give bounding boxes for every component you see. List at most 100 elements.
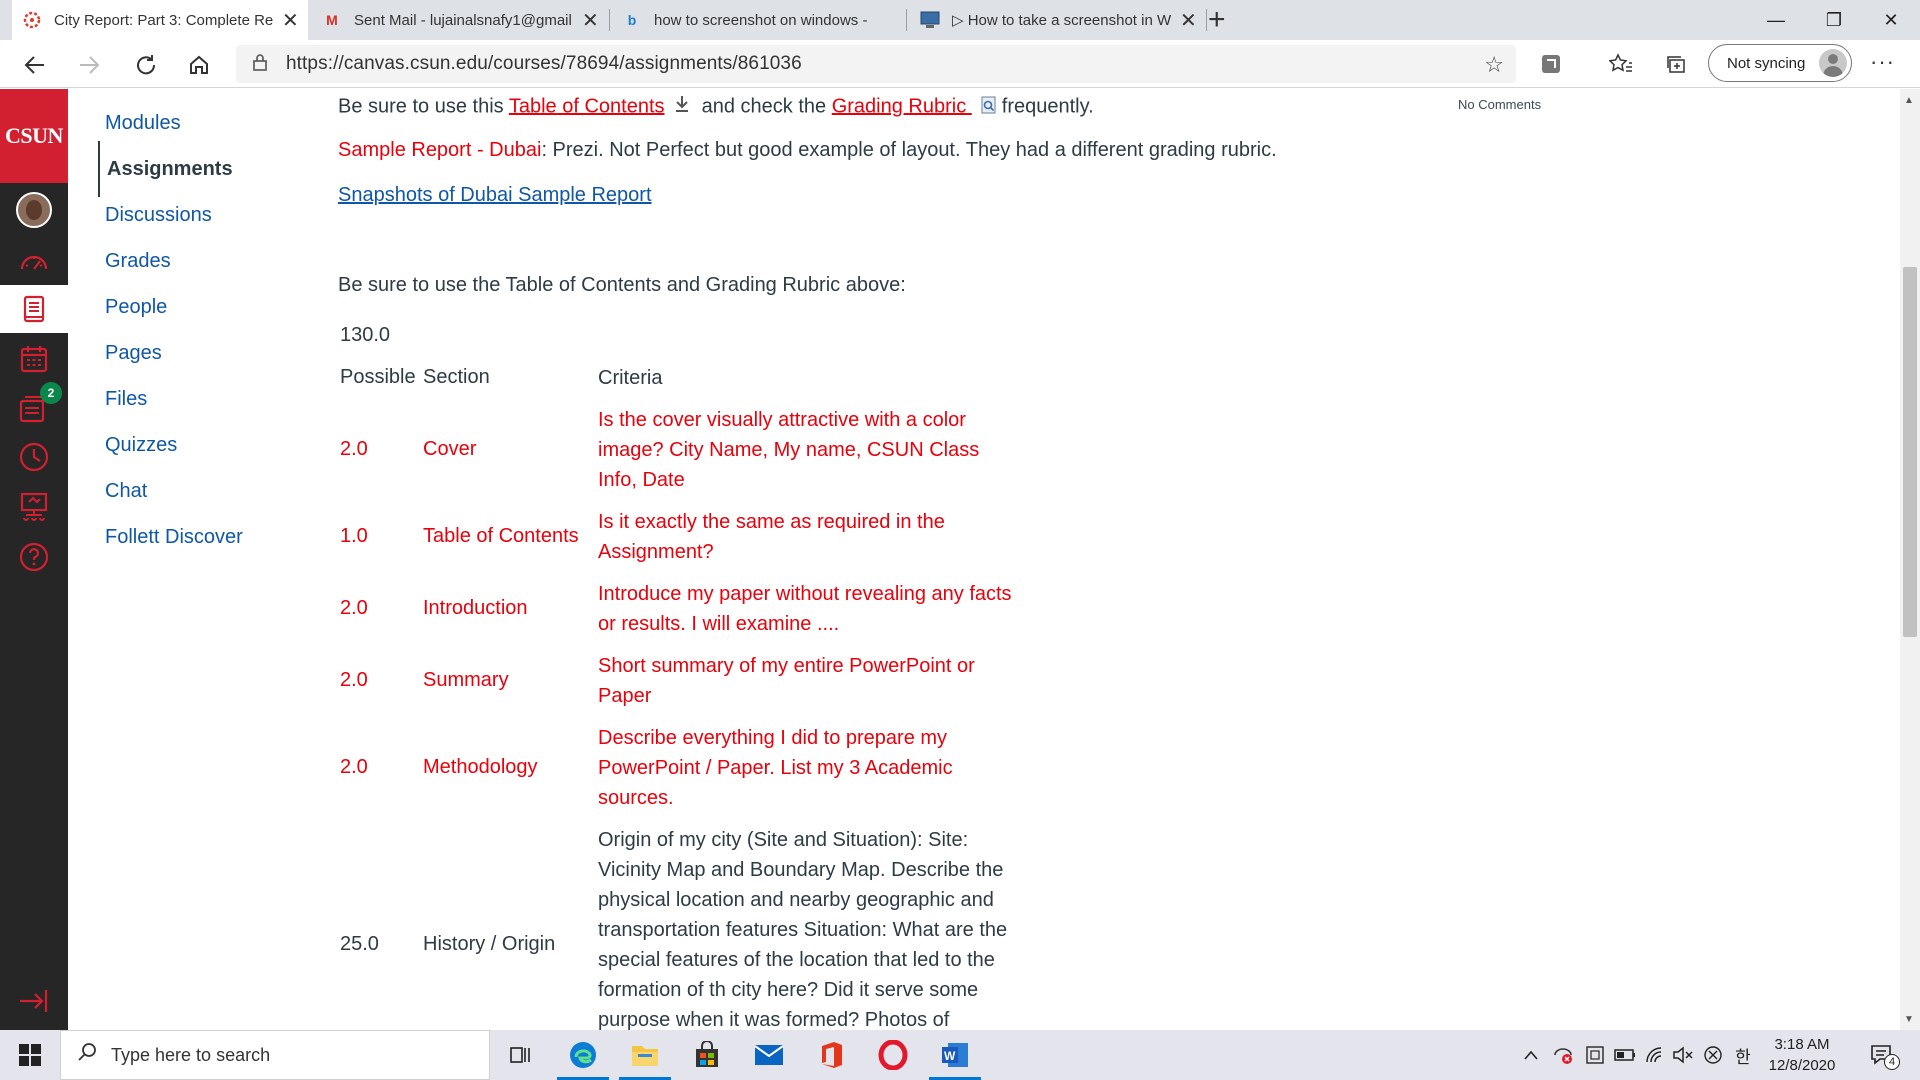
sync-status-label: Not syncing xyxy=(1727,54,1806,72)
new-tab-button[interactable]: + xyxy=(1208,3,1226,37)
collections-icon[interactable] xyxy=(1661,49,1691,79)
scrollbar-thumb[interactable] xyxy=(1903,267,1917,637)
row-section: Table of Contents xyxy=(423,525,579,547)
scroll-down-icon[interactable]: ▼ xyxy=(1904,1014,1914,1025)
grading-rubric-link[interactable]: Grading Rubric xyxy=(832,95,972,117)
download-icon[interactable] xyxy=(674,95,692,119)
gmail-icon: M xyxy=(326,12,338,28)
input-method-indicator[interactable]: 한 xyxy=(1729,1030,1757,1080)
calendar-nav[interactable] xyxy=(0,335,68,383)
commons-nav[interactable] xyxy=(0,483,68,531)
start-button[interactable] xyxy=(0,1030,60,1080)
forward-button[interactable] xyxy=(72,48,106,82)
course-nav-assignments[interactable]: Assignments xyxy=(98,141,233,197)
preview-document-icon[interactable] xyxy=(980,94,1000,120)
dashboard-nav[interactable] xyxy=(0,238,68,286)
taskbar-search-box[interactable]: Type here to search xyxy=(60,1030,490,1080)
course-nav-pages[interactable]: Pages xyxy=(98,335,162,371)
global-navigation: CSUN 2 xyxy=(0,89,68,1030)
favorites-icon[interactable] xyxy=(1606,49,1636,79)
tab-title: City Report: Part 3: Complete Re xyxy=(54,11,274,29)
lock-icon xyxy=(252,53,270,76)
task-view-icon xyxy=(510,1047,530,1063)
collapse-arrow-icon xyxy=(20,990,48,1012)
home-button[interactable] xyxy=(182,48,216,82)
table-of-contents-link[interactable]: Table of Contents xyxy=(509,95,665,117)
sample-report-label: Sample Report - Dubai xyxy=(338,139,542,161)
tab-divider xyxy=(609,9,610,31)
more-options-icon[interactable]: ··· xyxy=(1870,49,1895,75)
scroll-up-icon[interactable]: ▲ xyxy=(1904,95,1914,106)
course-nav-discussions[interactable]: Discussions xyxy=(98,197,212,233)
rubric-reminder: Be sure to use the Table of Contents and… xyxy=(338,274,906,296)
tab-gmail[interactable]: M Sent Mail - lujainalsnafy1@gmail ✕ xyxy=(312,0,608,40)
refresh-icon xyxy=(137,55,156,75)
row-criteria: Is it exactly the same as required in th… xyxy=(598,511,945,563)
office-tray-icon[interactable] xyxy=(1580,1030,1610,1080)
csun-logo[interactable]: CSUN xyxy=(0,89,68,183)
row-section: Summary xyxy=(423,669,509,691)
tab-bing[interactable]: b how to screenshot on windows - xyxy=(612,0,906,40)
avatar xyxy=(16,192,52,228)
close-window-button[interactable]: ✕ xyxy=(1862,0,1920,40)
course-nav-follett-discover[interactable]: Follett Discover xyxy=(98,519,243,555)
wifi-icon[interactable] xyxy=(1641,1030,1669,1080)
row-section: History / Origin xyxy=(423,933,556,955)
store-taskbar-app[interactable] xyxy=(677,1030,737,1080)
snapshots-link[interactable]: Snapshots of Dubai Sample Report xyxy=(338,184,652,206)
show-hidden-icons-chevron-icon[interactable] xyxy=(1518,1030,1544,1080)
account-nav[interactable] xyxy=(0,186,68,234)
header-possible: Possible xyxy=(340,366,416,388)
close-icon[interactable]: ✕ xyxy=(282,8,299,33)
history-nav[interactable] xyxy=(0,433,68,481)
close-icon[interactable]: ✕ xyxy=(582,8,599,33)
course-nav-quizzes[interactable]: Quizzes xyxy=(98,427,177,463)
row-section: Methodology xyxy=(423,756,538,778)
courses-nav[interactable] xyxy=(0,285,68,333)
close-icon[interactable]: ✕ xyxy=(1180,8,1197,33)
word-taskbar-app[interactable]: W xyxy=(925,1030,985,1080)
back-button[interactable] xyxy=(18,48,52,82)
help-nav[interactable] xyxy=(0,533,68,581)
task-view-button[interactable] xyxy=(490,1030,550,1080)
inbox-badge: 2 xyxy=(40,382,62,404)
row-section: Cover xyxy=(423,438,477,460)
course-nav-modules[interactable]: Modules xyxy=(98,105,181,141)
course-nav-files[interactable]: Files xyxy=(98,381,147,417)
inbox-nav[interactable]: 2 xyxy=(0,382,68,432)
edge-taskbar-app[interactable] xyxy=(553,1030,613,1080)
opera-taskbar-app[interactable] xyxy=(863,1030,923,1080)
volume-muted-icon[interactable] xyxy=(1669,1030,1697,1080)
action-center-button[interactable]: 4 xyxy=(1862,1030,1902,1080)
disconnected-icon[interactable] xyxy=(1699,1030,1727,1080)
tab-canvas[interactable]: City Report: Part 3: Complete Re ✕ xyxy=(12,0,308,40)
mail-taskbar-app[interactable] xyxy=(739,1030,799,1080)
course-nav-people[interactable]: People xyxy=(98,289,167,325)
course-nav-chat[interactable]: Chat xyxy=(98,473,147,509)
minimize-button[interactable]: — xyxy=(1747,0,1805,40)
favorite-star-icon[interactable]: ☆ xyxy=(1484,52,1504,78)
row-criteria: Describe everything I did to prepare my … xyxy=(598,727,953,809)
search-placeholder: Type here to search xyxy=(111,1044,271,1065)
page-scrollbar[interactable]: ▲ ▼ xyxy=(1900,89,1920,1030)
instructions-line: Be sure to use this Table of Contents an… xyxy=(338,94,1094,120)
word-icon: W xyxy=(942,1043,968,1067)
extension-icon[interactable] xyxy=(1536,49,1566,79)
restore-button[interactable]: ❐ xyxy=(1805,0,1863,40)
svg-text:W: W xyxy=(944,1049,956,1063)
collapse-nav-button[interactable] xyxy=(0,977,68,1025)
refresh-button[interactable] xyxy=(128,48,162,82)
tab-title: ▷ How to take a screenshot in W xyxy=(952,12,1172,29)
address-bar[interactable]: https://canvas.csun.edu/courses/78694/as… xyxy=(236,45,1516,83)
system-clock[interactable]: 3:18 AM 12/8/2020 xyxy=(1758,1034,1846,1076)
tab-screenshot-guide[interactable]: ▷ How to take a screenshot in W ✕ xyxy=(910,0,1206,40)
course-nav-grades[interactable]: Grades xyxy=(98,243,171,279)
battery-icon[interactable] xyxy=(1611,1030,1639,1080)
vpn-shield-icon[interactable] xyxy=(1548,1030,1578,1080)
row-criteria: Introduce my paper without revealing any… xyxy=(598,583,1012,635)
office-taskbar-app[interactable] xyxy=(801,1030,861,1080)
row-criteria: Is the cover visually attractive with a … xyxy=(598,409,980,491)
folder-icon xyxy=(632,1046,658,1066)
file-explorer-taskbar-app[interactable] xyxy=(615,1030,675,1080)
profile-sync-button[interactable]: Not syncing xyxy=(1708,44,1852,82)
